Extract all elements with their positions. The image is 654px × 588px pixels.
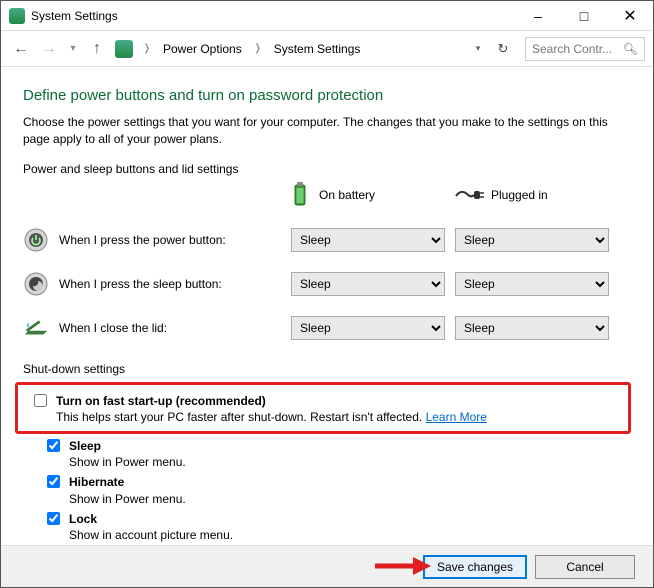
hibernate-title: Hibernate bbox=[69, 475, 124, 489]
hibernate-sub: Show in Power menu. bbox=[69, 492, 186, 506]
up-button[interactable]: ↑ bbox=[85, 37, 109, 61]
option-hibernate: Hibernate Show in Power menu. bbox=[43, 474, 631, 506]
page-title: Define power buttons and turn on passwor… bbox=[23, 87, 631, 104]
close-lid-battery-select[interactable]: Sleep bbox=[291, 316, 445, 340]
titlebar: System Settings – □ ✕ bbox=[1, 1, 653, 31]
option-sleep: Sleep Show in Power menu. bbox=[43, 438, 631, 470]
row-sleep-button: When I press the sleep button: Sleep Sle… bbox=[23, 262, 631, 306]
fast-startup-title: Turn on fast start-up (recommended) bbox=[56, 394, 266, 408]
navbar: ← → ▾ ↑ ❭ Power Options ❭ System Setting… bbox=[1, 31, 653, 67]
breadcrumb-sep-0[interactable]: ❭ bbox=[139, 37, 155, 61]
power-button-icon bbox=[23, 227, 49, 253]
power-button-plugged-select[interactable]: Sleep bbox=[455, 228, 609, 252]
column-plugged-in-label: Plugged in bbox=[491, 188, 548, 202]
footer: Save changes Cancel bbox=[1, 545, 653, 587]
breadcrumb-sep-1[interactable]: ❭ bbox=[250, 37, 266, 61]
refresh-button[interactable]: ↻ bbox=[491, 37, 515, 61]
minimize-button[interactable]: – bbox=[515, 1, 561, 31]
close-lid-icon bbox=[23, 315, 49, 341]
column-on-battery-label: On battery bbox=[319, 188, 375, 202]
section-buttons-label: Power and sleep buttons and lid settings bbox=[23, 162, 631, 176]
close-lid-plugged-select[interactable]: Sleep bbox=[455, 316, 609, 340]
plug-icon bbox=[455, 188, 481, 202]
fast-startup-sub: This helps start your PC faster after sh… bbox=[56, 410, 426, 424]
app-icon bbox=[9, 8, 25, 24]
breadcrumb-system-settings[interactable]: System Settings bbox=[270, 42, 365, 56]
content: Define power buttons and turn on passwor… bbox=[1, 67, 653, 545]
lock-sub: Show in account picture menu. bbox=[69, 528, 233, 542]
location-icon bbox=[115, 40, 133, 58]
sleep-button-plugged-select[interactable]: Sleep bbox=[455, 272, 609, 296]
battery-icon bbox=[291, 182, 309, 208]
column-plugged-in: Plugged in bbox=[455, 182, 619, 208]
row-power-button-label: When I press the power button: bbox=[59, 233, 226, 247]
window-title: System Settings bbox=[31, 9, 515, 23]
fast-startup-checkbox[interactable] bbox=[34, 394, 47, 407]
row-power-button: When I press the power button: Sleep Sle… bbox=[23, 218, 631, 262]
search-input[interactable]: Search Contr... 🔍︎ bbox=[525, 37, 645, 61]
address-dropdown[interactable]: ▾ bbox=[469, 37, 487, 61]
sleep-sub: Show in Power menu. bbox=[69, 455, 186, 469]
section-shutdown-label: Shut-down settings bbox=[23, 362, 631, 376]
forward-button[interactable]: → bbox=[37, 37, 61, 61]
save-button[interactable]: Save changes bbox=[423, 555, 527, 579]
cancel-button[interactable]: Cancel bbox=[535, 555, 635, 579]
lock-checkbox[interactable] bbox=[47, 512, 60, 525]
sleep-checkbox[interactable] bbox=[47, 439, 60, 452]
maximize-button[interactable]: □ bbox=[561, 1, 607, 31]
option-fast-startup: Turn on fast start-up (recommended) This… bbox=[30, 393, 620, 425]
page-description: Choose the power settings that you want … bbox=[23, 114, 631, 148]
sleep-title: Sleep bbox=[69, 439, 101, 453]
close-button[interactable]: ✕ bbox=[607, 1, 653, 31]
breadcrumb-power-options[interactable]: Power Options bbox=[159, 42, 246, 56]
lock-title: Lock bbox=[69, 512, 97, 526]
back-button[interactable]: ← bbox=[9, 37, 33, 61]
highlight-annotation: Turn on fast start-up (recommended) This… bbox=[15, 382, 631, 434]
row-close-lid: When I close the lid: Sleep Sleep bbox=[23, 306, 631, 350]
sleep-button-icon bbox=[23, 271, 49, 297]
search-icon: 🔍︎ bbox=[623, 42, 638, 56]
option-lock: Lock Show in account picture menu. bbox=[43, 511, 631, 543]
power-button-battery-select[interactable]: Sleep bbox=[291, 228, 445, 252]
row-sleep-button-label: When I press the sleep button: bbox=[59, 277, 222, 291]
row-close-lid-label: When I close the lid: bbox=[59, 321, 167, 335]
sleep-button-battery-select[interactable]: Sleep bbox=[291, 272, 445, 296]
learn-more-link[interactable]: Learn More bbox=[426, 410, 487, 424]
column-on-battery: On battery bbox=[291, 182, 455, 208]
hibernate-checkbox[interactable] bbox=[47, 475, 60, 488]
search-placeholder: Search Contr... bbox=[532, 42, 612, 56]
recent-locations-dropdown[interactable]: ▾ bbox=[65, 37, 81, 61]
column-headers: On battery Plugged in bbox=[23, 182, 631, 208]
